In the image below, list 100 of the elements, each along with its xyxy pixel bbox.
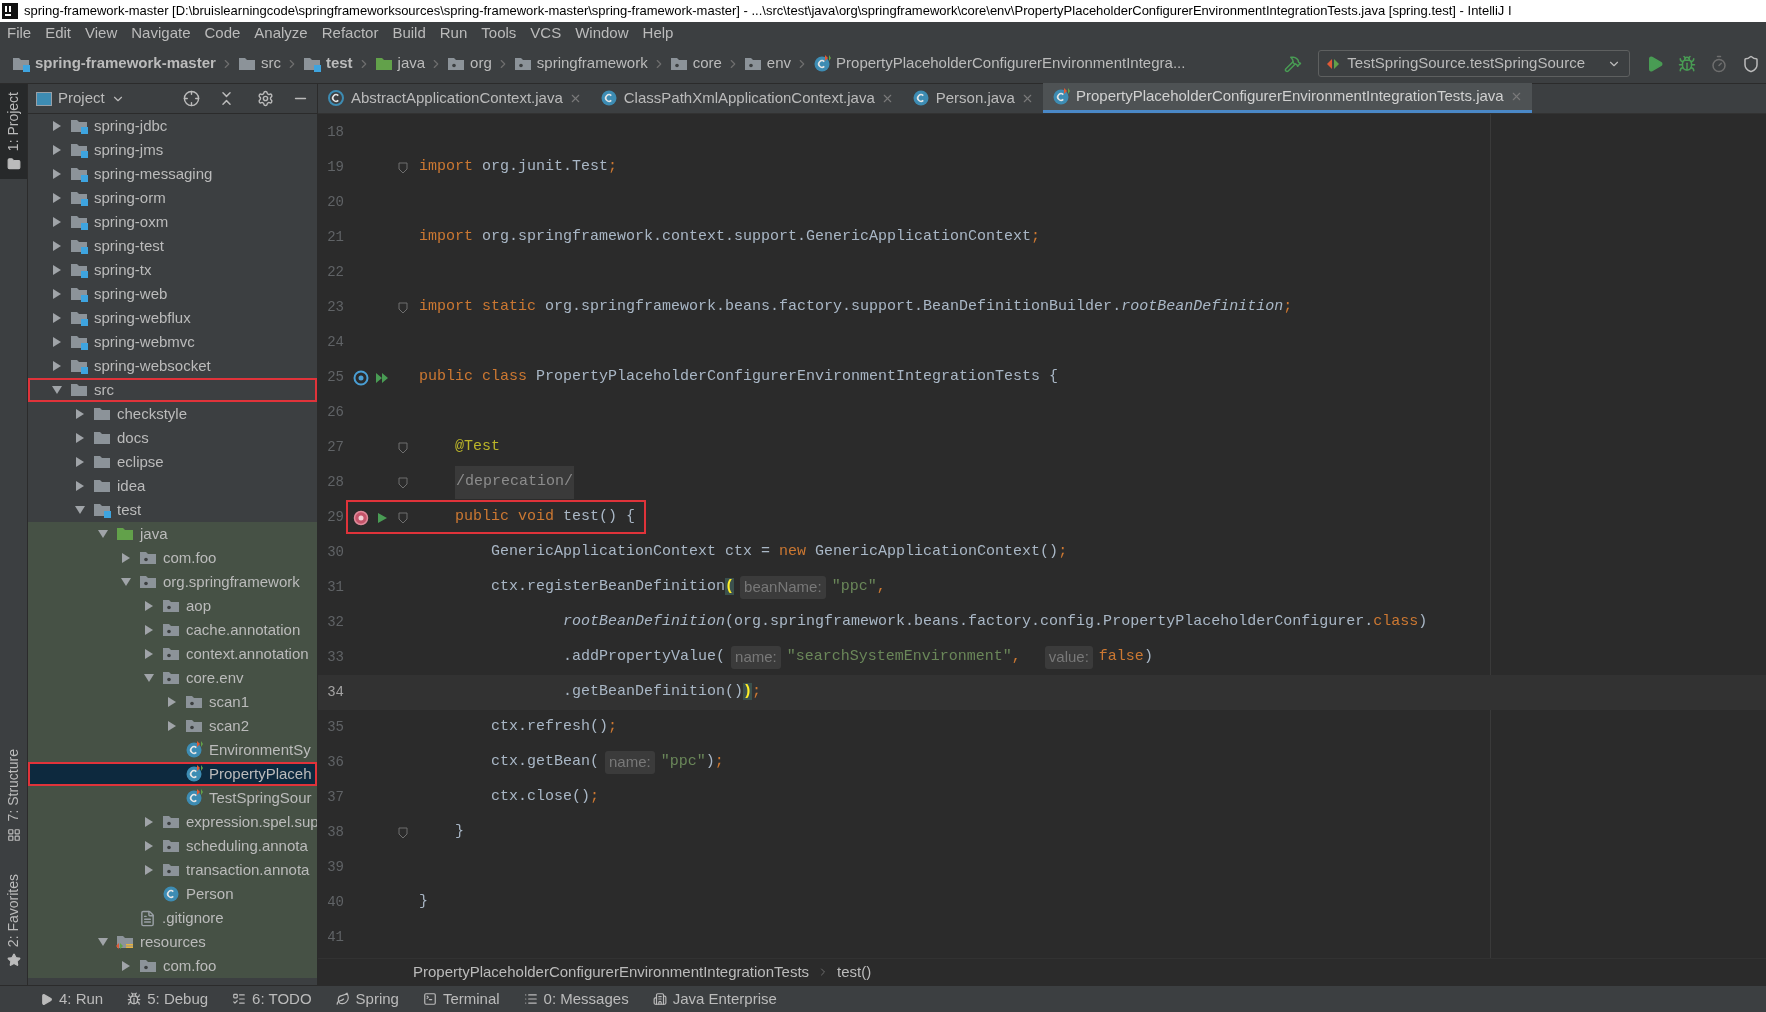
menu-item[interactable]: Refactor (321, 21, 379, 45)
tool-window-tab[interactable]: 2: Favorites (0, 865, 27, 975)
tool-window-button[interactable]: Java Enterprise (652, 987, 777, 1011)
fold-icon[interactable] (397, 301, 408, 314)
menu-item[interactable]: Help (642, 21, 674, 45)
tree-item[interactable]: spring-messaging (28, 162, 317, 186)
menu-item[interactable]: File (7, 21, 32, 45)
profiler-icon[interactable] (1742, 54, 1760, 73)
breadcrumb-item[interactable]: PropertyPlaceholderConfigurerEnvironmentIntegra... (813, 52, 1186, 75)
tree-item[interactable]: Person (28, 882, 317, 906)
collapsed-arrow-icon[interactable] (51, 144, 63, 156)
fold-icon[interactable] (397, 161, 408, 174)
tree-item[interactable]: src (28, 378, 317, 402)
collapsed-arrow-icon[interactable] (74, 456, 86, 468)
tree-item[interactable]: org.springframework (28, 570, 317, 594)
expanded-arrow-icon[interactable] (143, 672, 155, 684)
tree-item[interactable]: scan1 (28, 690, 317, 714)
collapsed-arrow-icon[interactable] (51, 336, 63, 348)
breadcrumb-item[interactable]: springframework (513, 52, 648, 75)
tree-item[interactable]: EnvironmentSy (28, 738, 317, 762)
breadcrumb-item[interactable]: env (743, 52, 792, 75)
editor-tab[interactable]: PropertyPlaceholderConfigurerEnvironmentIntegrationTests.java (1042, 83, 1532, 113)
tree-item[interactable]: scan2 (28, 714, 317, 738)
tree-item[interactable]: spring-orm (28, 186, 317, 210)
fold-icon[interactable] (397, 511, 408, 524)
fold-icon[interactable] (397, 476, 408, 489)
run-icon[interactable] (1646, 54, 1664, 73)
editor-tab[interactable]: ClassPathXmlApplicationContext.java (590, 83, 903, 113)
menu-item[interactable]: View (85, 21, 118, 45)
expanded-arrow-icon[interactable] (74, 504, 86, 516)
tree-item[interactable]: spring-tx (28, 258, 317, 282)
tree-item[interactable]: spring-websocket (28, 354, 317, 378)
collapsed-arrow-icon[interactable] (51, 120, 63, 132)
tree-item[interactable]: test (28, 498, 317, 522)
view-selector[interactable]: Project (36, 87, 125, 110)
menu-item[interactable]: Code (204, 21, 241, 45)
coverage-icon[interactable] (1710, 54, 1728, 73)
tree-item[interactable]: eclipse (28, 450, 317, 474)
collapsed-arrow-icon[interactable] (166, 720, 178, 732)
collapsed-arrow-icon[interactable] (51, 192, 63, 204)
expanded-arrow-icon[interactable] (51, 384, 63, 396)
breadcrumb-item[interactable]: test (302, 52, 353, 75)
collapsed-arrow-icon[interactable] (51, 216, 63, 228)
menu-item[interactable]: Build (392, 21, 426, 45)
tree-item[interactable]: idea (28, 474, 317, 498)
tree-item[interactable]: spring-oxm (28, 210, 317, 234)
menu-item[interactable]: Analyze (254, 21, 308, 45)
expanded-arrow-icon[interactable] (120, 576, 132, 588)
collapsed-arrow-icon[interactable] (51, 360, 63, 372)
tool-window-tab[interactable]: 7: Structure (0, 741, 27, 850)
collapsed-arrow-icon[interactable] (74, 408, 86, 420)
tree-item[interactable]: expression.spel.sup (28, 810, 317, 834)
tree-item[interactable]: cache.annotation (28, 618, 317, 642)
tree-item[interactable]: scheduling.annota (28, 834, 317, 858)
editor-tab[interactable]: Person.java (902, 83, 1043, 113)
collapsed-arrow-icon[interactable] (143, 864, 155, 876)
tree-item[interactable]: TestSpringSour (28, 786, 317, 810)
fold-icon[interactable] (397, 826, 408, 839)
tree-item[interactable]: .gitignore (28, 906, 317, 930)
tree-item[interactable]: core.env (28, 666, 317, 690)
tree-item[interactable]: docs (28, 426, 317, 450)
collapsed-arrow-icon[interactable] (120, 552, 132, 564)
collapsed-arrow-icon[interactable] (166, 696, 178, 708)
tree-item[interactable]: spring-webmvc (28, 330, 317, 354)
tree-item[interactable]: PropertyPlaceh (28, 762, 317, 786)
menu-item[interactable]: Window (575, 21, 629, 45)
tree-item[interactable]: java (28, 522, 317, 546)
tree-item[interactable]: transaction.annota (28, 858, 317, 882)
expanded-arrow-icon[interactable] (97, 528, 109, 540)
tree-item[interactable]: spring-web (28, 282, 317, 306)
build-icon[interactable] (1284, 54, 1303, 73)
breadcrumb-item[interactable]: spring-framework-master (12, 52, 216, 75)
collapsed-arrow-icon[interactable] (143, 816, 155, 828)
tool-window-button[interactable]: 4: Run (40, 987, 104, 1011)
collapsed-arrow-icon[interactable] (143, 600, 155, 612)
tree-item[interactable]: aop (28, 594, 317, 618)
collapsed-arrow-icon[interactable] (51, 312, 63, 324)
locate-icon[interactable] (183, 90, 200, 107)
bean-icon[interactable] (352, 509, 369, 526)
expanded-arrow-icon[interactable] (97, 936, 109, 948)
tool-window-button[interactable]: 5: Debug (127, 987, 209, 1011)
editor-breadcrumb[interactable]: PropertyPlaceholderConfigurerEnvironmentIntegrationTests (413, 960, 810, 984)
tree-item[interactable]: spring-jdbc (28, 114, 317, 138)
tool-window-button[interactable]: Terminal (422, 987, 500, 1011)
fold-icon[interactable] (397, 441, 408, 454)
tree-item[interactable]: resources (28, 930, 317, 954)
breadcrumb-item[interactable]: java (374, 52, 426, 75)
tool-window-button[interactable]: 0: Messages (523, 987, 629, 1011)
folded-region[interactable]: /deprecation/ (455, 466, 575, 499)
collapsed-arrow-icon[interactable] (51, 264, 63, 276)
collapsed-arrow-icon[interactable] (51, 168, 63, 180)
editor-breadcrumb[interactable]: test() (837, 960, 872, 984)
collapsed-arrow-icon[interactable] (120, 960, 132, 972)
tree-item[interactable]: spring-test (28, 234, 317, 258)
tree-item[interactable]: com.foo (28, 546, 317, 570)
tree-item[interactable]: com.foo (28, 954, 317, 978)
collapsed-arrow-icon[interactable] (143, 648, 155, 660)
menu-item[interactable]: Run (439, 21, 468, 45)
menu-item[interactable]: Edit (45, 21, 72, 45)
tool-window-button[interactable]: Spring (335, 987, 399, 1011)
